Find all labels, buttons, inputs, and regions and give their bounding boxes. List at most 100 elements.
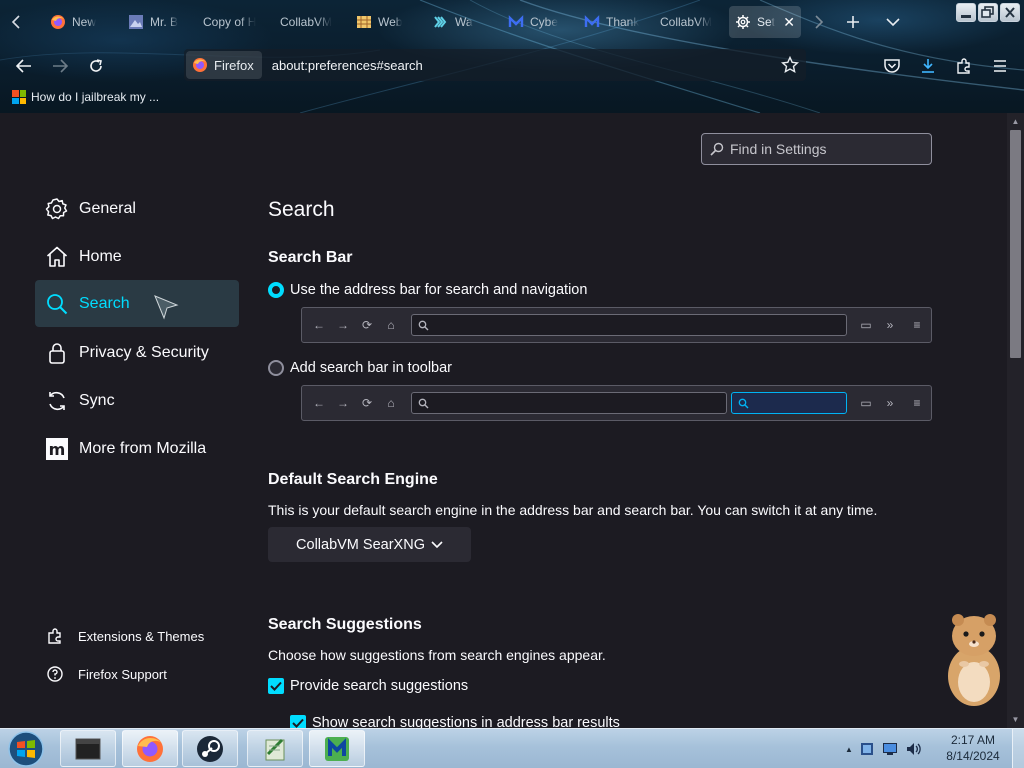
tab-scroll-right-button[interactable]	[806, 9, 832, 35]
app-menu-button[interactable]	[986, 52, 1014, 80]
search-bar-preview: ← → ⟳ ⌂ ▭ » ≡	[301, 385, 932, 421]
tab-7[interactable]: Cybe	[508, 6, 568, 38]
close-window-button[interactable]	[1000, 3, 1020, 22]
tab-2[interactable]: Mr. B	[128, 6, 188, 38]
pocket-icon	[884, 59, 900, 73]
tab-1[interactable]: New	[50, 6, 110, 38]
action-center-flag-icon[interactable]	[859, 741, 875, 757]
downloads-button[interactable]	[914, 52, 942, 80]
terminal-window-icon	[75, 738, 101, 759]
close-tab-icon[interactable]: ✕	[783, 14, 795, 31]
browser-chrome: New Mr. B Copy of H CollabVM Web Wa Cybe…	[0, 0, 1024, 113]
identity-box[interactable]: Firefox	[186, 51, 262, 79]
identity-label: Firefox	[214, 57, 254, 73]
find-in-settings-input[interactable]: Find in Settings	[701, 133, 932, 165]
scroll-down-arrow-icon[interactable]: ▼	[1007, 711, 1024, 728]
sidebar-icon: ▭	[860, 318, 872, 332]
tab-4[interactable]: CollabVM	[280, 6, 340, 38]
gear-icon	[736, 15, 750, 29]
pocket-button[interactable]	[878, 52, 906, 80]
show-desktop-button[interactable]	[1012, 729, 1024, 768]
reload-icon: ⟳	[361, 318, 373, 332]
tab-5[interactable]: Web	[356, 6, 416, 38]
firefox-icon	[51, 15, 65, 29]
tab-label: CollabVM	[280, 15, 333, 29]
default-engine-dropdown[interactable]: CollabVM SearXNG	[268, 527, 471, 562]
bookmark-star-button[interactable]	[776, 51, 804, 79]
web-icon	[357, 16, 371, 28]
preview-url-bar	[411, 392, 727, 414]
radio-address-bar[interactable]: Use the address bar for search and navig…	[268, 282, 587, 298]
tab-6[interactable]: Wa	[433, 6, 493, 38]
malwarebytes-icon	[325, 736, 349, 761]
tab-3[interactable]: Copy of H	[203, 6, 263, 38]
search-bar-heading: Search Bar	[268, 249, 353, 266]
tab-scroll-left-button[interactable]	[2, 8, 30, 36]
tab-8[interactable]: Thank	[584, 6, 644, 38]
tab-label: CollabVM	[660, 15, 713, 29]
new-tab-button[interactable]	[840, 9, 866, 35]
scrollbar-thumb[interactable]	[1010, 130, 1021, 358]
category-privacy-security[interactable]: Privacy & Security	[35, 329, 239, 376]
taskbar-app-malwarebytes[interactable]	[309, 730, 365, 767]
restore-button[interactable]	[978, 3, 998, 22]
volume-icon[interactable]	[905, 741, 923, 757]
extensions-themes-link[interactable]: Extensions & Themes	[46, 627, 204, 645]
list-all-tabs-button[interactable]	[880, 9, 906, 35]
tab-label: Mr. B	[150, 15, 179, 29]
category-general[interactable]: General	[35, 185, 239, 232]
taskbar-app-terminal[interactable]	[60, 730, 116, 767]
category-label: Sync	[79, 391, 115, 409]
close-icon	[1005, 7, 1015, 18]
back-button[interactable]	[10, 52, 38, 80]
hamburger-menu-icon: ≡	[913, 396, 921, 410]
minimize-icon	[961, 15, 971, 18]
page-scrollbar[interactable]: ▲ ▼	[1007, 113, 1024, 728]
forward-button[interactable]	[46, 52, 74, 80]
category-search[interactable]: Search	[35, 280, 239, 327]
radio-search-bar-toolbar[interactable]: Add search bar in toolbar	[268, 360, 452, 376]
scroll-up-arrow-icon[interactable]: ▲	[1007, 113, 1024, 130]
footer-label: Extensions & Themes	[78, 628, 205, 644]
hamster-sticker-image	[948, 614, 1000, 706]
forward-arrow-icon	[53, 59, 68, 73]
system-clock[interactable]: 2:17 AM 8/14/2024	[938, 732, 1008, 764]
m-icon	[584, 15, 600, 27]
network-icon[interactable]	[881, 741, 899, 757]
restore-icon	[981, 6, 994, 18]
overflow-icon: »	[886, 318, 894, 332]
tab-label: Wa	[455, 15, 473, 29]
checkmark-icon	[270, 681, 282, 691]
tab-9[interactable]: CollabVM	[660, 6, 720, 38]
clock-time: 2:17 AM	[950, 733, 996, 747]
checkbox-label: Show search suggestions in address bar r…	[312, 715, 620, 728]
start-button[interactable]	[5, 729, 47, 768]
taskbar-app-steam[interactable]	[182, 730, 238, 767]
bookmark-item[interactable]: How do I jailbreak my ...	[12, 90, 159, 104]
minimize-button[interactable]	[956, 3, 976, 22]
default-search-engine-heading: Default Search Engine	[268, 471, 438, 488]
taskbar-app-notepad[interactable]	[247, 730, 303, 767]
category-home[interactable]: Home	[35, 233, 239, 280]
extensions-button[interactable]	[950, 52, 978, 80]
url-text[interactable]: about:preferences#search	[272, 58, 776, 73]
taskbar-app-firefox[interactable]	[122, 730, 178, 767]
firefox-support-link[interactable]: Firefox Support	[46, 665, 167, 683]
tab-settings[interactable]: Sett ✕	[729, 6, 801, 38]
provide-suggestions-checkbox[interactable]: Provide search suggestions	[268, 678, 468, 694]
puzzle-icon	[48, 628, 61, 644]
microsoft-logo-icon	[12, 90, 26, 104]
show-hidden-icons-arrow-icon[interactable]: ▲	[845, 745, 853, 754]
chevron-down-icon	[886, 18, 900, 27]
reload-button[interactable]	[82, 52, 110, 80]
mozilla-icon: m	[45, 437, 69, 461]
overflow-icon: »	[886, 396, 894, 410]
search-suggestions-heading: Search Suggestions	[268, 616, 422, 633]
address-bar-suggestions-checkbox[interactable]: Show search suggestions in address bar r…	[290, 715, 620, 728]
bookmarks-toolbar: How do I jailbreak my ...	[0, 86, 1024, 112]
category-sync[interactable]: Sync	[35, 377, 239, 424]
category-more-from-mozilla[interactable]: m More from Mozilla	[35, 425, 239, 472]
address-bar[interactable]: Firefox about:preferences#search	[184, 49, 806, 81]
search-icon	[738, 398, 749, 409]
search-icon	[710, 142, 724, 156]
